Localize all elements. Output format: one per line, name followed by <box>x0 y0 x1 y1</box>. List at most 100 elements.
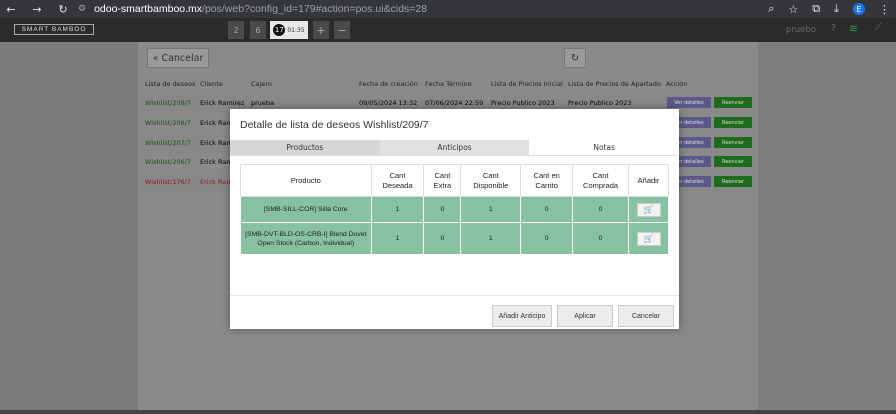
end-date: 07/06/2024 22:59 <box>425 99 484 107</box>
cancel-button[interactable]: Cancelar <box>618 305 674 327</box>
add-to-cart-button[interactable]: 🛒 <box>636 231 661 246</box>
col-header-price-layaway: Lista de Precios de Apartado <box>568 80 661 88</box>
profile-avatar[interactable]: E <box>853 3 865 15</box>
qty-extra: 0 <box>423 196 462 223</box>
extensions-icon[interactable]: ⧉ <box>812 2 820 16</box>
browser-menu-icon[interactable]: ⋮ <box>879 3 890 16</box>
resend-button[interactable]: Reenviar <box>714 156 752 167</box>
refresh-icon[interactable]: ↻ <box>564 48 586 68</box>
site-settings-icon[interactable]: ⚙ <box>78 4 86 14</box>
products-table: Producto Cant Deseada Cant Extra Cant Dispo… <box>240 164 669 255</box>
zoom-icon[interactable]: ⌕ <box>768 2 774 16</box>
col-header-created: Fecha de creación <box>359 80 418 88</box>
wifi-icon: ≋ <box>848 22 858 35</box>
forward-icon[interactable]: → <box>30 3 44 16</box>
product-name: [SMB-DVT-BLD-OS-CRB-I] Blend Duvet Open … <box>240 222 372 255</box>
sync-status-icon[interactable]: ⟋ <box>875 22 882 33</box>
address-bar[interactable]: odoo-smartbamboo.mx/pos/web?config_id=17… <box>94 3 427 15</box>
col-header-add: Añadir <box>628 164 669 197</box>
tab-productos[interactable]: Productos <box>230 140 380 155</box>
tab-notas[interactable]: Notas <box>529 140 680 155</box>
client-name: Erick Ram <box>200 139 233 147</box>
pos-header: SMART BAMBOO 2 6 17 01:35 + − pruebo ? ≋… <box>0 18 896 42</box>
brand-logo: SMART BAMBOO <box>14 24 94 35</box>
col-header-desired: Cant Deseada <box>370 164 425 197</box>
col-header-product: Producto <box>240 164 372 197</box>
cancel-back-button[interactable]: « Cancelar <box>147 48 209 68</box>
download-icon[interactable]: ⤓ <box>834 2 839 16</box>
add-cell: 🛒 <box>628 196 669 223</box>
browser-toolbar: ← → ↻ ⚙ odoo-smartbamboo.mx/pos/web?conf… <box>0 0 896 18</box>
client-name: Erick Ram <box>200 178 233 186</box>
modal-title: Detalle de lista de deseos Wishlist/209/… <box>240 119 429 131</box>
order-tab[interactable]: 6 <box>250 21 266 39</box>
client-name: Erick Ramirez <box>200 99 245 107</box>
cart-icon: 🛒 <box>643 234 654 243</box>
add-advance-button[interactable]: Añadir Anticipo <box>492 305 552 327</box>
wishlist-name: Wishlist/209/7 <box>145 99 192 107</box>
product-name: [SMB-SILL-COR] Silla Core <box>240 196 372 223</box>
qty-available: 1 <box>460 222 522 255</box>
add-order-icon[interactable]: + <box>313 21 329 39</box>
bottom-edge <box>0 410 896 414</box>
table-row: [SMB-SILL-COR] Silla Core 1 0 1 0 0 🛒 <box>240 196 669 223</box>
resend-button[interactable]: Reenviar <box>714 97 752 108</box>
back-icon[interactable]: ← <box>4 3 18 16</box>
order-number: 17 <box>273 24 286 36</box>
tab-anticipos[interactable]: Anticipos <box>379 140 530 155</box>
resend-button[interactable]: Reenviar <box>714 117 752 128</box>
qty-bought: 0 <box>572 222 630 255</box>
table-row: [SMB-DVT-BLD-OS-CRB-I] Blend Duvet Open … <box>240 222 669 255</box>
qty-desired: 1 <box>370 222 425 255</box>
qty-bought: 0 <box>572 196 630 223</box>
bookmark-star-icon[interactable]: ☆ <box>788 3 798 16</box>
qty-extra: 0 <box>423 222 462 255</box>
col-header-client: Cliente <box>200 80 223 88</box>
price-layaway: Precio Publico 2023 <box>568 99 632 107</box>
qty-in-cart: 0 <box>520 196 574 223</box>
qty-desired: 1 <box>370 196 425 223</box>
client-name: Erick Ram <box>200 119 233 127</box>
cashier-name: prueba <box>251 99 275 107</box>
col-header-end: Fecha Término <box>425 80 472 88</box>
col-header-cart: Cant en Carrito <box>520 164 574 197</box>
qty-in-cart: 0 <box>520 222 574 255</box>
footer-divider <box>230 295 679 296</box>
add-cell: 🛒 <box>628 222 669 255</box>
resend-button[interactable]: Reenviar <box>714 176 752 187</box>
wishlist-detail-modal: Detalle de lista de deseos Wishlist/209/… <box>230 109 680 329</box>
price-initial: Precio Publico 2023 <box>491 99 555 107</box>
modal-tabs: Productos Anticipos Notas <box>230 140 680 155</box>
resend-button[interactable]: Reenviar <box>714 137 752 148</box>
cart-icon: 🛒 <box>643 205 654 214</box>
col-header-bought: Cant Comprada <box>572 164 630 197</box>
help-icon[interactable]: ? <box>831 23 836 34</box>
wishlist-name: Wishlist/176/7 <box>145 178 192 186</box>
order-time: 01:35 <box>287 26 305 34</box>
order-tab-active[interactable]: 17 01:35 <box>270 21 308 39</box>
col-header-action: Acción <box>666 80 688 88</box>
browser-actions: ⌕ ☆ ⧉ ⤓ E ⋮ <box>768 0 890 18</box>
col-header-cashier: Cajero <box>251 80 272 88</box>
remove-order-icon[interactable]: − <box>334 21 350 39</box>
wishlist-name: Wishlist/207/7 <box>145 139 192 147</box>
col-header-extra: Cant Extra <box>423 164 462 197</box>
qty-available: 1 <box>460 196 522 223</box>
apply-button[interactable]: Aplicar <box>557 305 613 327</box>
created-date: 09/05/2024 13:32 <box>359 99 418 107</box>
left-margin <box>0 42 138 414</box>
tabs-divider <box>230 155 679 156</box>
url-host: odoo-smartbamboo.mx <box>94 3 203 15</box>
col-header-available: Cant Disponible <box>460 164 522 197</box>
table-header-row: Producto Cant Deseada Cant Extra Cant Dispo… <box>240 164 669 197</box>
order-tab[interactable]: 2 <box>228 21 244 39</box>
wishlist-name: Wishlist/206/7 <box>145 158 192 166</box>
cashier-name[interactable]: pruebo <box>786 25 816 35</box>
view-details-button[interactable]: Ver detalles <box>667 97 711 108</box>
reload-icon[interactable]: ↻ <box>56 3 70 16</box>
col-header-price-initial: Lista de Precios Inicial <box>491 80 563 88</box>
url-path: /pos/web?config_id=179#action=pos.ui&cid… <box>202 3 428 15</box>
wishlist-name: Wishlist/208/7 <box>145 119 192 127</box>
add-to-cart-button[interactable]: 🛒 <box>636 202 661 217</box>
col-header-wishlist: Lista de deseos <box>145 80 196 88</box>
